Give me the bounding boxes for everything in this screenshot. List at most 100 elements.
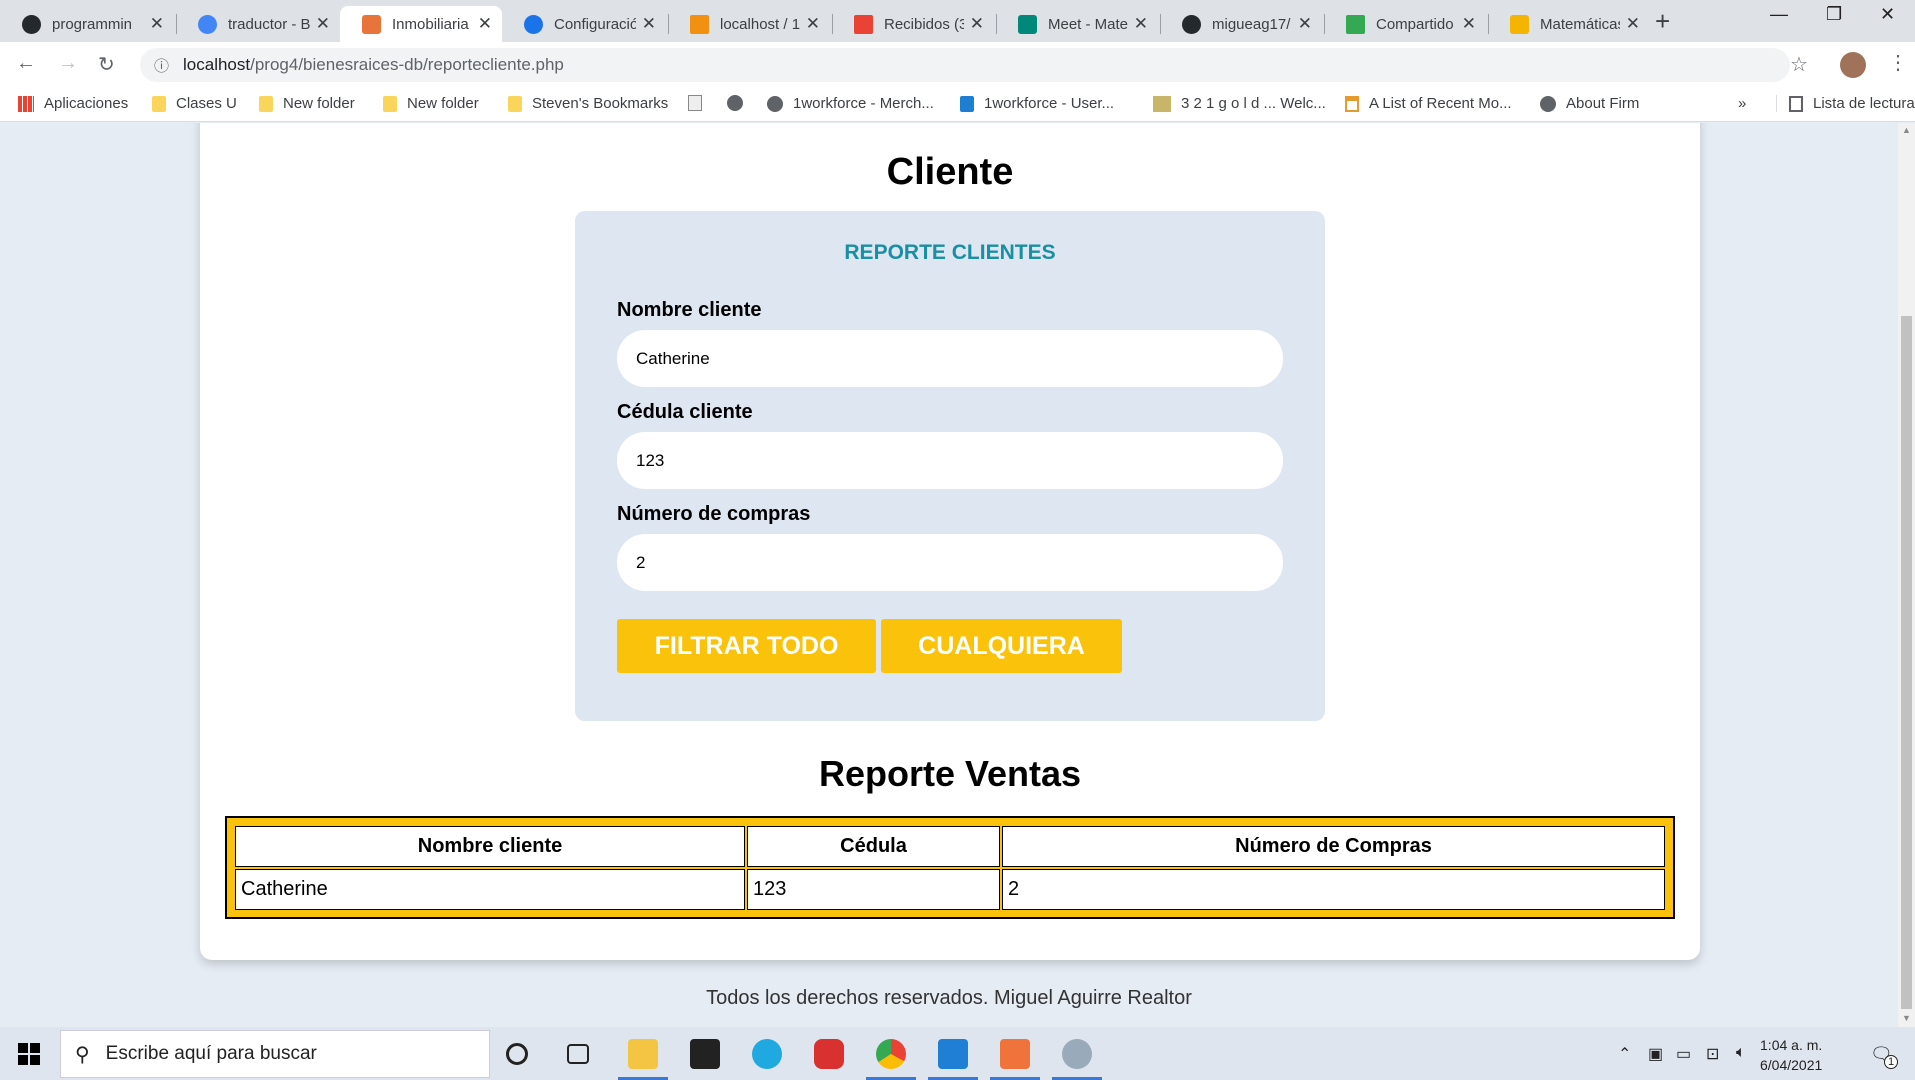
folder-icon: [259, 95, 273, 112]
cortana-icon[interactable]: [506, 1043, 528, 1065]
close-icon[interactable]: ✕: [970, 14, 984, 34]
xampp-icon[interactable]: [1000, 1039, 1030, 1069]
bookmark-about-firm[interactable]: About Firm: [1540, 95, 1639, 112]
reading-list[interactable]: Lista de lectura: [1776, 95, 1915, 112]
bookmark-label: 1workforce - User...: [984, 95, 1115, 112]
report-title: Reporte Ventas: [818, 753, 1082, 794]
bookmark-label: New folder: [407, 95, 479, 112]
filter-all-button[interactable]: FILTRAR TODO: [617, 619, 876, 673]
scroll-up-icon[interactable]: ▲: [1902, 125, 1911, 135]
url-field[interactable]: ⓘ localhost/prog4/bienesraices-db/report…: [140, 48, 1790, 82]
close-icon[interactable]: ✕: [1134, 14, 1148, 34]
battery-icon[interactable]: ▭: [1676, 1044, 1691, 1064]
paint-icon[interactable]: [1062, 1039, 1092, 1069]
profile-avatar[interactable]: [1840, 52, 1866, 78]
bookmark-1workforce-merch[interactable]: 1workforce - Merch...: [767, 95, 934, 112]
tab-configuracion[interactable]: Configuració ✕: [502, 6, 666, 42]
menu-kebab-icon[interactable]: ⋮: [1888, 50, 1908, 75]
scroll-down-icon[interactable]: ▼: [1902, 1013, 1911, 1023]
sales-table-frame: Nombre cliente Cédula Número de Compras …: [225, 816, 1675, 919]
minimize-icon[interactable]: —: [1770, 4, 1788, 25]
close-icon[interactable]: ✕: [642, 14, 656, 34]
tab-gmail[interactable]: Recibidos (3 ✕: [832, 6, 994, 42]
bookmark-1workforce-user[interactable]: 1workforce - User...: [960, 95, 1114, 112]
main-card: Cliente REPORTE CLIENTES Nombre cliente …: [200, 123, 1700, 960]
back-arrow-icon[interactable]: ←: [16, 52, 36, 75]
tab-meet[interactable]: Meet - Mate ✕: [996, 6, 1158, 42]
close-icon[interactable]: ✕: [150, 14, 164, 34]
tab-inmobiliaria[interactable]: Inmobiliaria ✕: [340, 6, 502, 42]
hand-icon: [1510, 14, 1529, 34]
cell-name: Catherine: [235, 869, 745, 910]
reload-icon[interactable]: ↻: [98, 52, 115, 77]
close-icon[interactable]: ✕: [1626, 14, 1640, 34]
vscode-icon[interactable]: [938, 1039, 968, 1069]
restore-icon[interactable]: ❐: [1826, 4, 1842, 25]
tab-phpmyadmin[interactable]: localhost / 1 ✕: [668, 6, 830, 42]
gmail-icon: [854, 14, 873, 34]
id-input[interactable]: [617, 432, 1283, 489]
window-close-icon[interactable]: ✕: [1880, 4, 1895, 25]
forward-arrow-icon[interactable]: →: [58, 52, 78, 75]
close-icon[interactable]: ✕: [316, 14, 330, 34]
reading-list-label: Lista de lectura: [1813, 95, 1915, 112]
globe-icon: [1540, 95, 1556, 112]
clock-date: 6/04/2021: [1760, 1057, 1823, 1073]
any-button[interactable]: CUALQUIERA: [881, 619, 1122, 673]
vertical-scrollbar[interactable]: ▲ ▼: [1898, 123, 1915, 1027]
bookmark-folder-new-1[interactable]: New folder: [259, 95, 355, 112]
bookmark-folder-clases[interactable]: Clases U: [152, 95, 237, 112]
bookmark-apps[interactable]: Aplicaciones: [18, 95, 128, 112]
tab-matematicas[interactable]: Matemáticas ✕: [1488, 6, 1650, 42]
tab-programming[interactable]: programmin ✕: [0, 6, 174, 42]
windows-start-icon[interactable]: [18, 1043, 40, 1065]
new-tab-plus-icon[interactable]: +: [1655, 6, 1670, 37]
notion-icon[interactable]: [690, 1039, 720, 1069]
google-icon: [198, 14, 217, 34]
volume-icon[interactable]: 🔈︎: [1736, 1044, 1746, 1062]
bookmark-doc[interactable]: [688, 95, 712, 111]
bookmark-321gold[interactable]: 3 2 1 g o l d ... Welc...: [1153, 95, 1326, 112]
tab-title: programmin: [52, 15, 133, 33]
phpmyadmin-icon: [690, 14, 709, 34]
globe-icon: [727, 95, 743, 111]
url-host: localhost: [183, 55, 251, 74]
bookmark-label: Aplicaciones: [44, 95, 129, 112]
anydesk-icon[interactable]: [814, 1039, 844, 1069]
tab-drive[interactable]: Compartido ✕: [1324, 6, 1486, 42]
network-icon[interactable]: ⊡: [1706, 1044, 1719, 1064]
url-path: /prog4/bienesraices-db/reportecliente.ph…: [250, 55, 564, 74]
edge-icon[interactable]: [752, 1039, 782, 1069]
task-view-icon[interactable]: [567, 1044, 589, 1064]
bookmark-folder-new-2[interactable]: New folder: [383, 95, 479, 112]
id-label: Cédula cliente: [617, 401, 753, 423]
taskbar-clock[interactable]: 1:04 a. m. 6/04/2021: [1760, 1035, 1822, 1075]
meet-now-icon[interactable]: ▣: [1648, 1044, 1663, 1064]
bookmark-globe[interactable]: [727, 95, 753, 111]
scrollbar-thumb[interactable]: [1901, 316, 1912, 1009]
tab-github-repo[interactable]: migueag17/ ✕: [1160, 6, 1322, 42]
bookmark-star-icon[interactable]: ☆: [1790, 52, 1808, 77]
more-bookmarks-chevron-icon[interactable]: »: [1738, 95, 1746, 112]
table-header-row: Nombre cliente Cédula Número de Compras: [235, 826, 1665, 867]
chrome-icon[interactable]: [876, 1039, 906, 1069]
file-explorer-icon[interactable]: [628, 1039, 658, 1069]
close-icon[interactable]: ✕: [1462, 14, 1476, 34]
bookmark-folder-steven[interactable]: Steven's Bookmarks: [508, 95, 668, 112]
windows-taskbar: ⚲ Escribe aquí para buscar ⌃ ▣ ▭ ⊡ 🔈︎ 1:…: [0, 1027, 1915, 1080]
close-icon[interactable]: ✕: [478, 14, 492, 34]
taskbar-search[interactable]: ⚲ Escribe aquí para buscar: [60, 1030, 490, 1078]
close-icon[interactable]: ✕: [806, 14, 820, 34]
address-bar-row: ← → ↻ ⓘ localhost/prog4/bienesraices-db/…: [0, 42, 1915, 88]
bookmark-recent-mo[interactable]: A List of Recent Mo...: [1345, 95, 1512, 112]
info-icon[interactable]: ⓘ: [154, 55, 169, 76]
notification-count-badge: 1: [1884, 1055, 1898, 1069]
name-input[interactable]: [617, 330, 1283, 387]
close-icon[interactable]: ✕: [1298, 14, 1312, 34]
drive-icon: [1346, 14, 1365, 34]
tab-traductor[interactable]: traductor - B ✕: [176, 6, 340, 42]
purchases-input[interactable]: [617, 534, 1283, 591]
form-legend: REPORTE CLIENTES: [844, 241, 1056, 264]
tray-chevron-up-icon[interactable]: ⌃: [1618, 1044, 1631, 1064]
bookmark-label: 3 2 1 g o l d ... Welc...: [1181, 95, 1326, 112]
